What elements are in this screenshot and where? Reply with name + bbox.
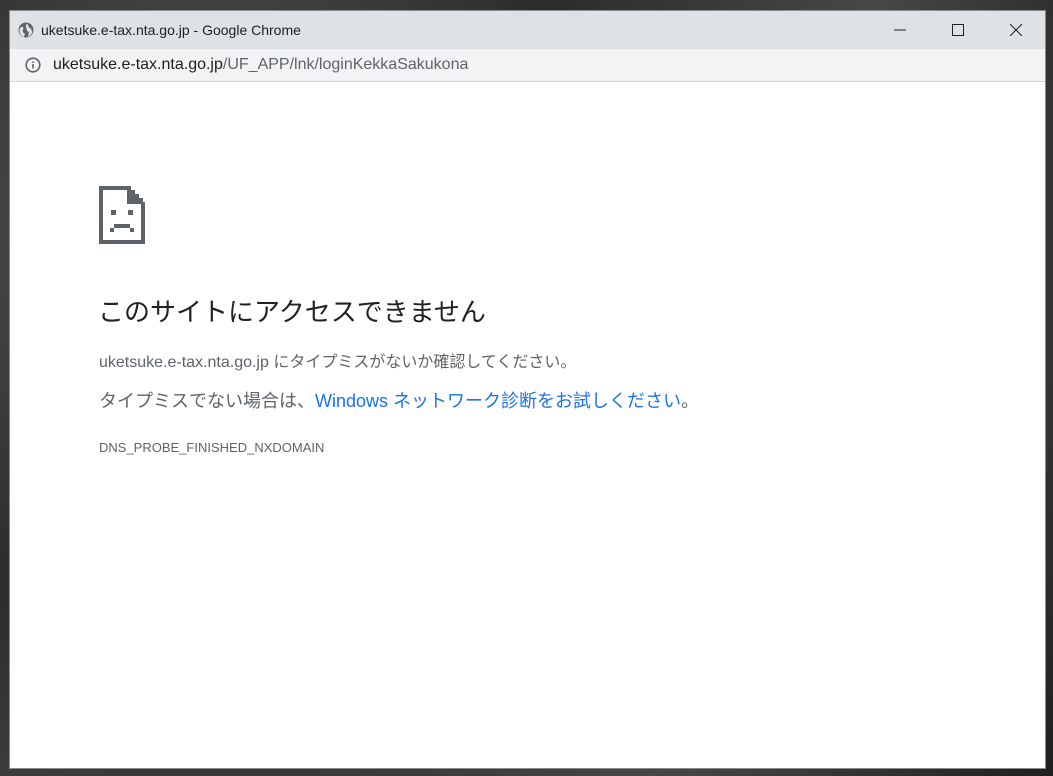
- info-icon[interactable]: [25, 57, 41, 73]
- diagnostics-message: タイプミスでない場合は、Windows ネットワーク診断をお試しください。: [99, 387, 699, 413]
- error-code: DNS_PROBE_FINISHED_NXDOMAIN: [99, 440, 325, 455]
- window-title: uketsuke.e-tax.nta.go.jp - Google Chrome: [41, 22, 301, 38]
- close-button[interactable]: [987, 11, 1045, 49]
- maximize-button[interactable]: [929, 11, 987, 49]
- close-icon: [1010, 24, 1022, 36]
- address-bar[interactable]: uketsuke.e-tax.nta.go.jp/UF_APP/lnk/logi…: [10, 49, 1045, 82]
- minimize-button[interactable]: [871, 11, 929, 49]
- url-path: /UF_APP/lnk/loginKekkaSakukona: [222, 56, 469, 73]
- sad-page-icon: [99, 186, 145, 244]
- error-heading: このサイトにアクセスできません: [98, 297, 486, 327]
- title-bar[interactable]: uketsuke.e-tax.nta.go.jp - Google Chrome: [10, 11, 1045, 49]
- maximize-icon: [952, 24, 964, 36]
- diagnostics-prefix: タイプミスでない場合は、: [99, 391, 315, 411]
- url-host: uketsuke.e-tax.nta.go.jp: [53, 56, 223, 73]
- url-text[interactable]: uketsuke.e-tax.nta.go.jp/UF_APP/lnk/logi…: [53, 56, 468, 74]
- typo-check-message: uketsuke.e-tax.nta.go.jp にタイプミスがないか確認してく…: [99, 354, 577, 371]
- minimize-icon: [894, 29, 906, 31]
- globe-icon: [18, 22, 34, 38]
- page-content: このサイトにアクセスできません uketsuke.e-tax.nta.go.jp…: [10, 82, 1045, 768]
- window-controls: [871, 11, 1045, 49]
- network-diagnostics-link[interactable]: Windows ネットワーク診断をお試しください: [315, 391, 681, 411]
- diagnostics-suffix: 。: [681, 391, 700, 411]
- browser-window: uketsuke.e-tax.nta.go.jp - Google Chrome: [9, 10, 1046, 769]
